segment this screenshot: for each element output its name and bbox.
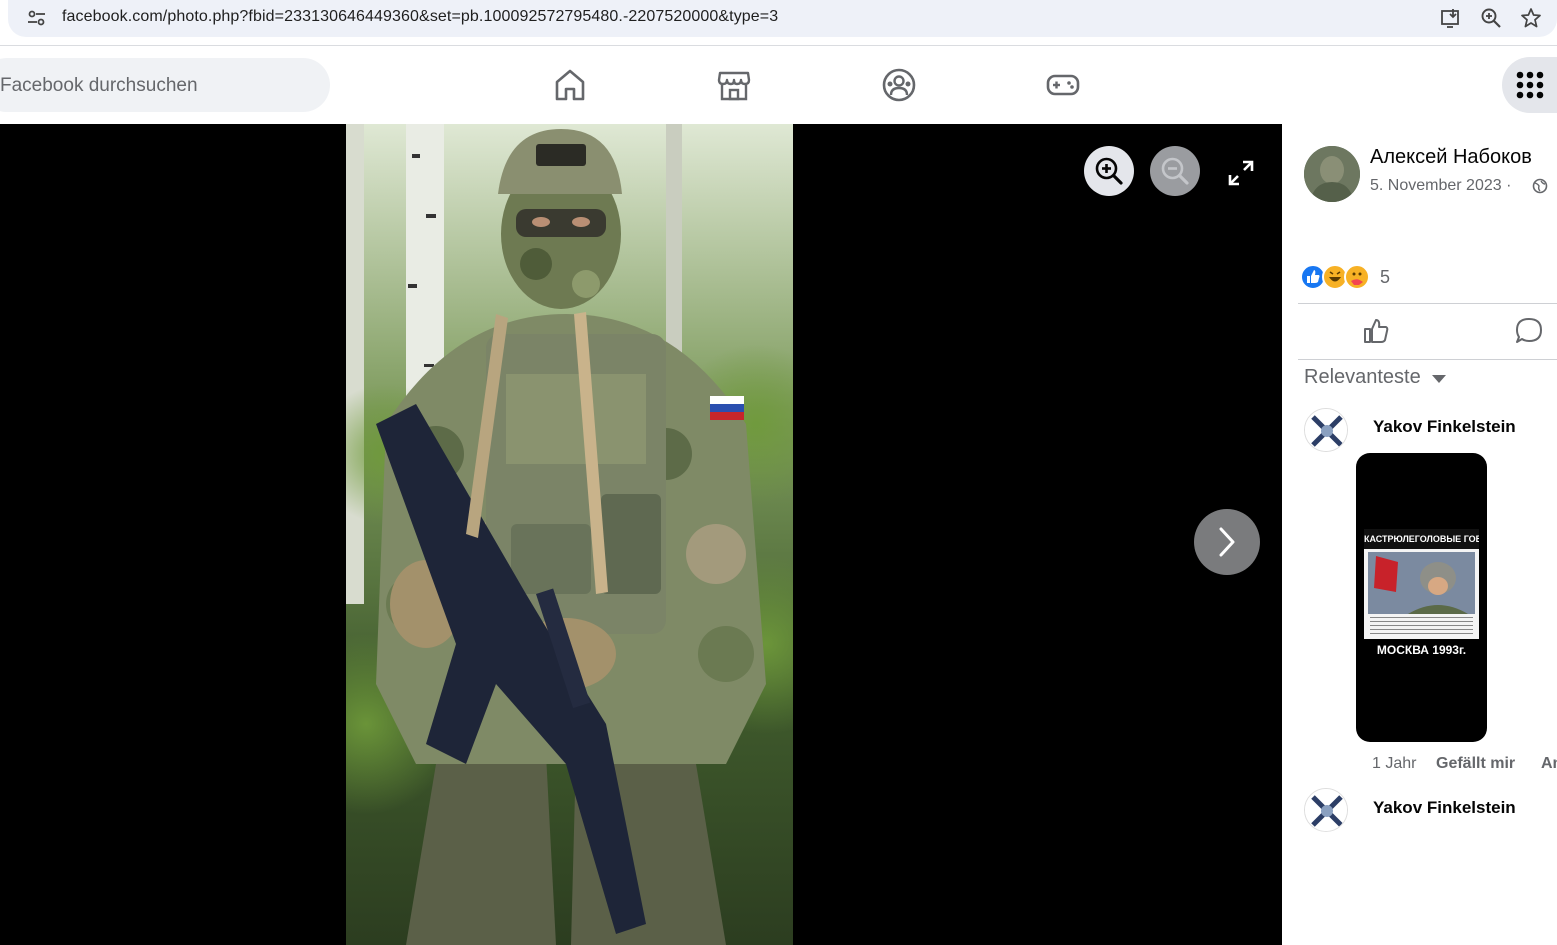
reaction-count[interactable]: 5 [1380, 267, 1390, 288]
grid-menu-icon [1516, 71, 1544, 99]
next-photo-button[interactable] [1194, 509, 1260, 575]
browser-toolbar: facebook.com/photo.php?fbid=233130646449… [0, 0, 1557, 46]
address-bar[interactable]: facebook.com/photo.php?fbid=233130646449… [8, 0, 1557, 37]
menu-button[interactable] [1502, 57, 1557, 113]
photo-viewer [0, 124, 1282, 945]
reactions-summary[interactable] [1300, 264, 1380, 290]
home-icon[interactable] [550, 65, 590, 105]
search-placeholder[interactable]: Facebook durchsuchen [0, 75, 198, 97]
facebook-top-nav: Facebook durchsuchen [0, 46, 1557, 124]
comment-image-caption-bottom: МОСКВА 1993г. [1376, 643, 1467, 657]
loading-fade [1282, 829, 1557, 945]
commenter-avatar[interactable] [1304, 788, 1348, 832]
comment-age[interactable]: 1 Jahr [1372, 755, 1416, 773]
comment-sort-label[interactable]: Relevanteste [1304, 366, 1421, 389]
comment-like-button[interactable]: Gefällt mir [1436, 755, 1515, 773]
author-avatar[interactable] [1304, 146, 1360, 202]
post-details-panel: Алексей Набоков 5. November 2023 · 5 Rel… [1282, 124, 1557, 945]
zoom-out-icon [1161, 157, 1189, 185]
comment-image-photo [1368, 552, 1475, 614]
zoom-page-icon[interactable] [1480, 7, 1502, 29]
globe-icon [1532, 178, 1548, 194]
caret-down-icon[interactable] [1432, 374, 1446, 384]
commenter-avatar-image [1305, 409, 1347, 451]
zoom-in-icon [1095, 157, 1123, 185]
post-author-name[interactable]: Алексей Набоков [1370, 146, 1532, 169]
groups-icon[interactable] [879, 65, 919, 105]
author-avatar-image [1304, 146, 1360, 202]
soldier-photo-image [346, 124, 793, 945]
comment-reply-button[interactable]: An [1541, 755, 1557, 773]
gaming-icon[interactable] [1043, 65, 1083, 105]
search-input[interactable]: Facebook durchsuchen [0, 58, 330, 112]
post-date[interactable]: 5. November 2023 · [1370, 177, 1511, 195]
url-text[interactable]: facebook.com/photo.php?fbid=233130646449… [62, 8, 778, 26]
commenter-name[interactable]: Yakov Finkelstein [1373, 417, 1516, 437]
chevron-right-icon [1219, 527, 1235, 557]
comment-image-card: КАСТРЮЛЕГОЛОВЫЕ ГОВОРИШЬ? [1364, 529, 1479, 639]
commenter-avatar[interactable] [1304, 408, 1348, 452]
like-button-icon[interactable] [1361, 316, 1391, 346]
bookmark-star-icon[interactable] [1520, 7, 1542, 29]
divider [1298, 303, 1557, 304]
care-reaction-icon [1344, 264, 1370, 290]
comment-button-icon[interactable] [1514, 316, 1544, 346]
zoom-out-button[interactable] [1150, 146, 1200, 196]
site-settings-icon[interactable] [26, 8, 48, 28]
fullscreen-icon[interactable] [1226, 158, 1256, 188]
marketplace-icon[interactable] [714, 65, 754, 105]
commenter-name[interactable]: Yakov Finkelstein [1373, 798, 1516, 818]
comment-image[interactable]: КАСТРЮЛЕГОЛОВЫЕ ГОВОРИШЬ? МОСКВА 1993г. [1356, 453, 1487, 742]
comment-image-caption-top: КАСТРЮЛЕГОЛОВЫЕ ГОВОРИШЬ? [1364, 529, 1479, 549]
install-app-icon[interactable] [1440, 7, 1462, 29]
post-photo [346, 124, 793, 945]
zoom-in-button[interactable] [1084, 146, 1134, 196]
comment-image-text-lines [1370, 617, 1473, 635]
commenter-avatar-image [1305, 789, 1347, 831]
divider [1298, 359, 1557, 360]
